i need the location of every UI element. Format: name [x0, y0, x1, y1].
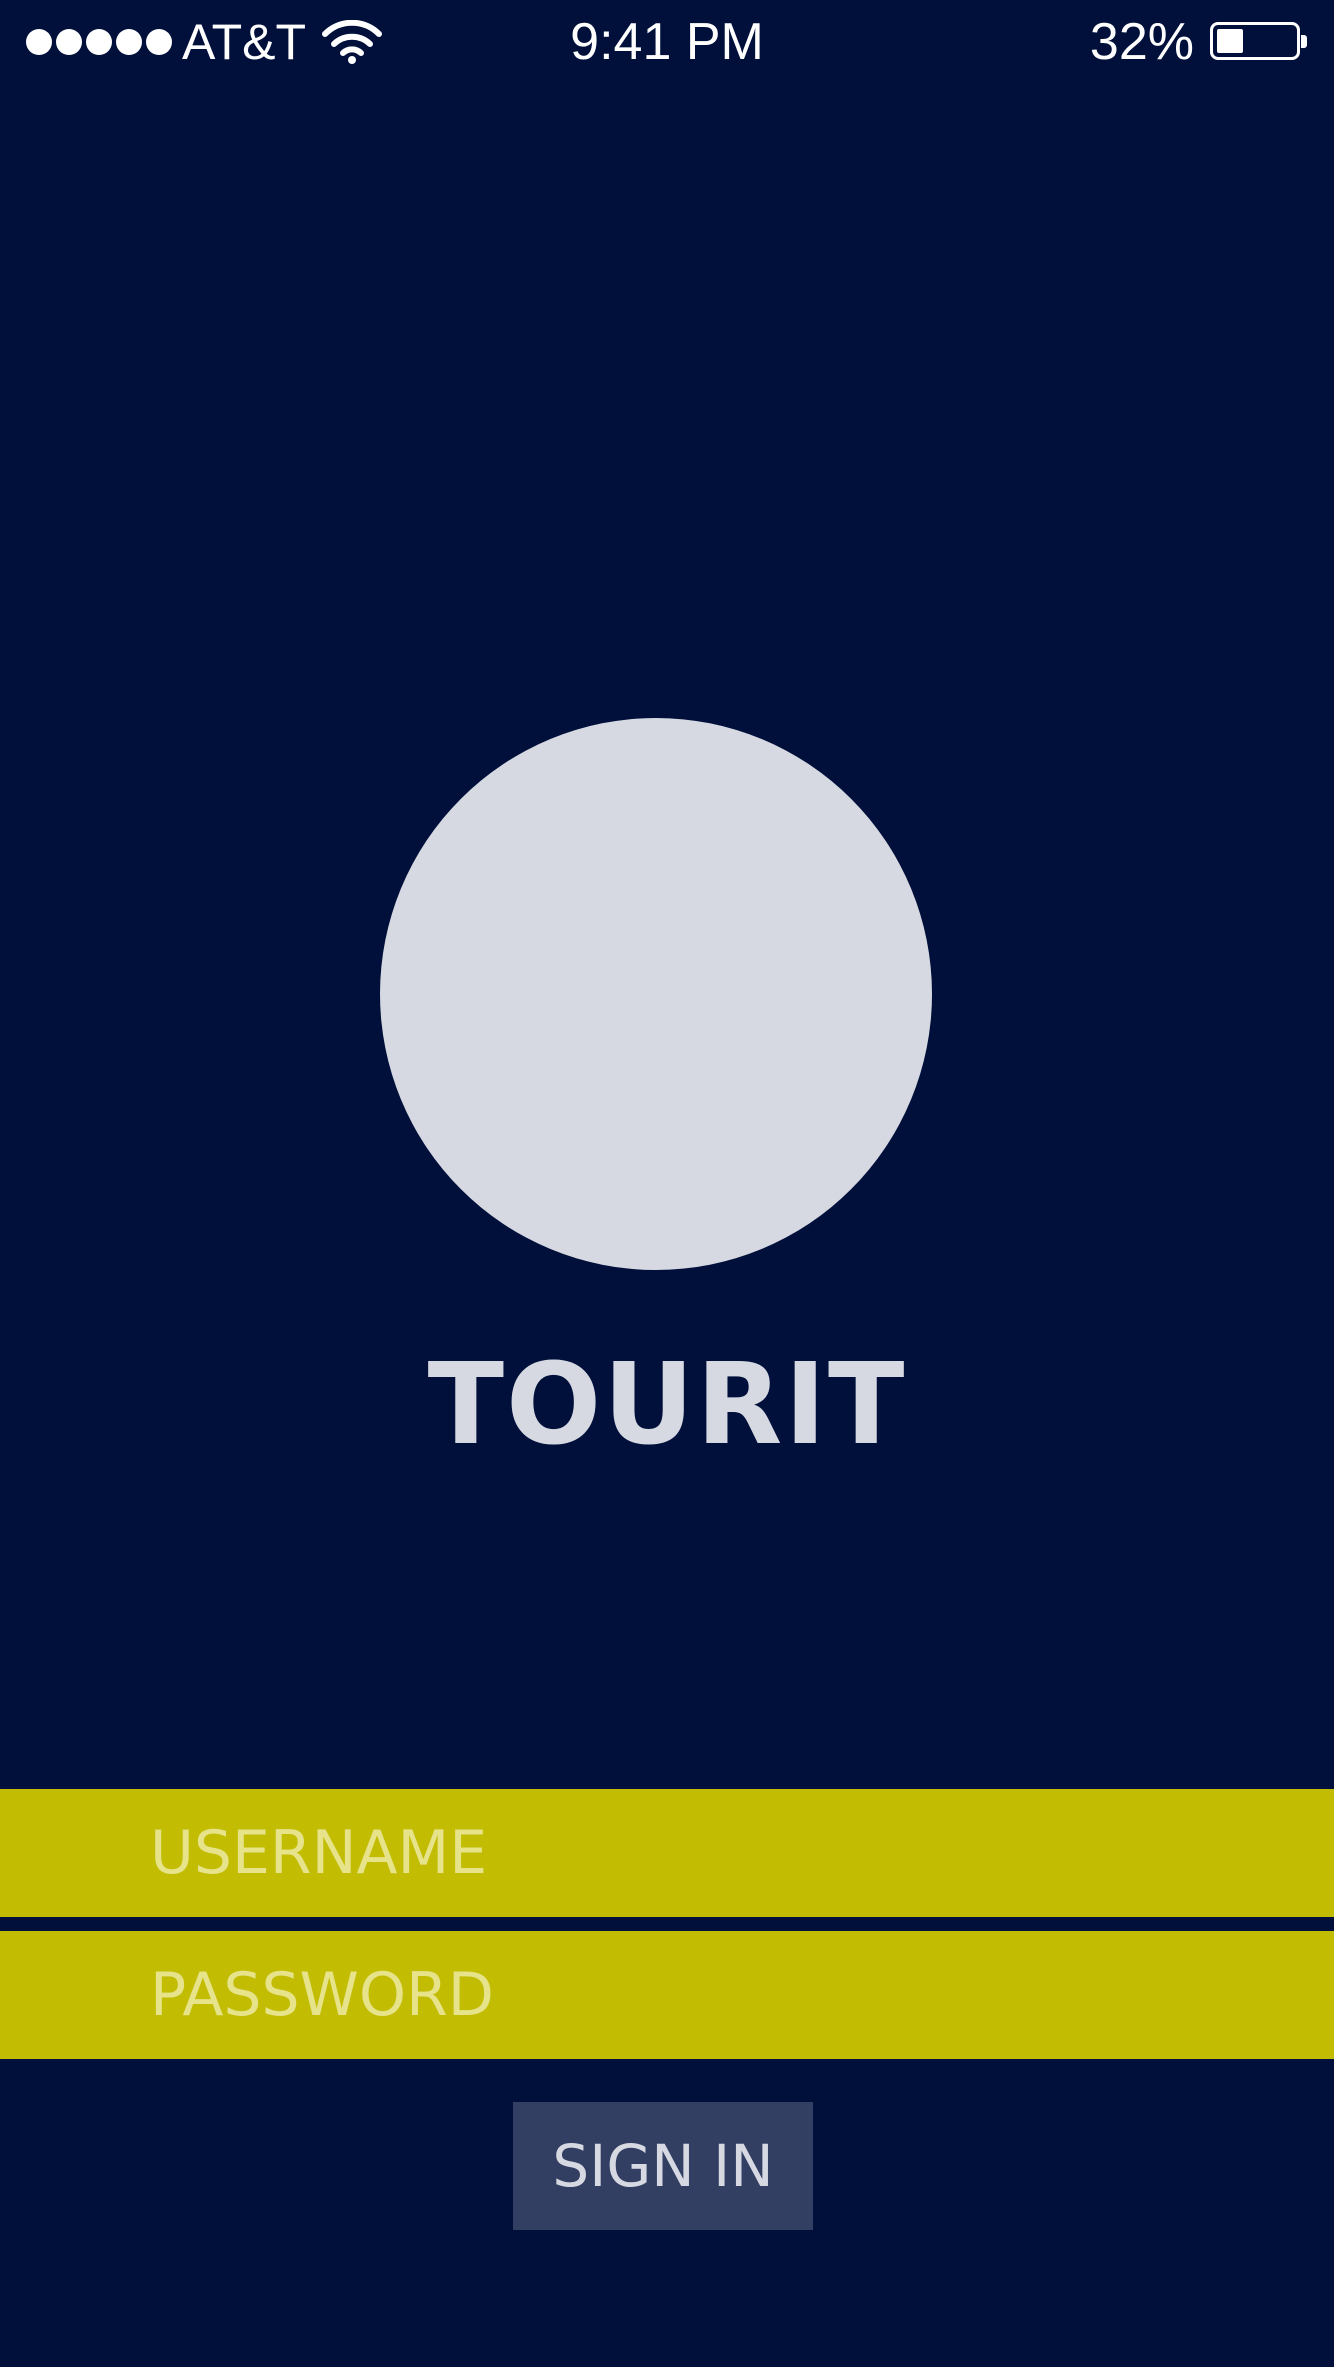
password-field[interactable] [0, 1931, 1334, 2059]
app-title: TOURIT [427, 1340, 907, 1470]
username-input[interactable] [150, 1818, 1250, 1888]
sign-in-button[interactable]: SIGN IN [513, 2102, 813, 2230]
status-bar: AT&T 9:41 PM 32% [0, 0, 1334, 84]
battery-level [1217, 29, 1243, 53]
battery-percent: 32% [1089, 13, 1194, 71]
username-field[interactable] [0, 1789, 1334, 1917]
battery-icon [1210, 22, 1307, 60]
password-input[interactable] [150, 1960, 1250, 2030]
app-logo [380, 718, 932, 1270]
battery-tip [1301, 35, 1307, 48]
